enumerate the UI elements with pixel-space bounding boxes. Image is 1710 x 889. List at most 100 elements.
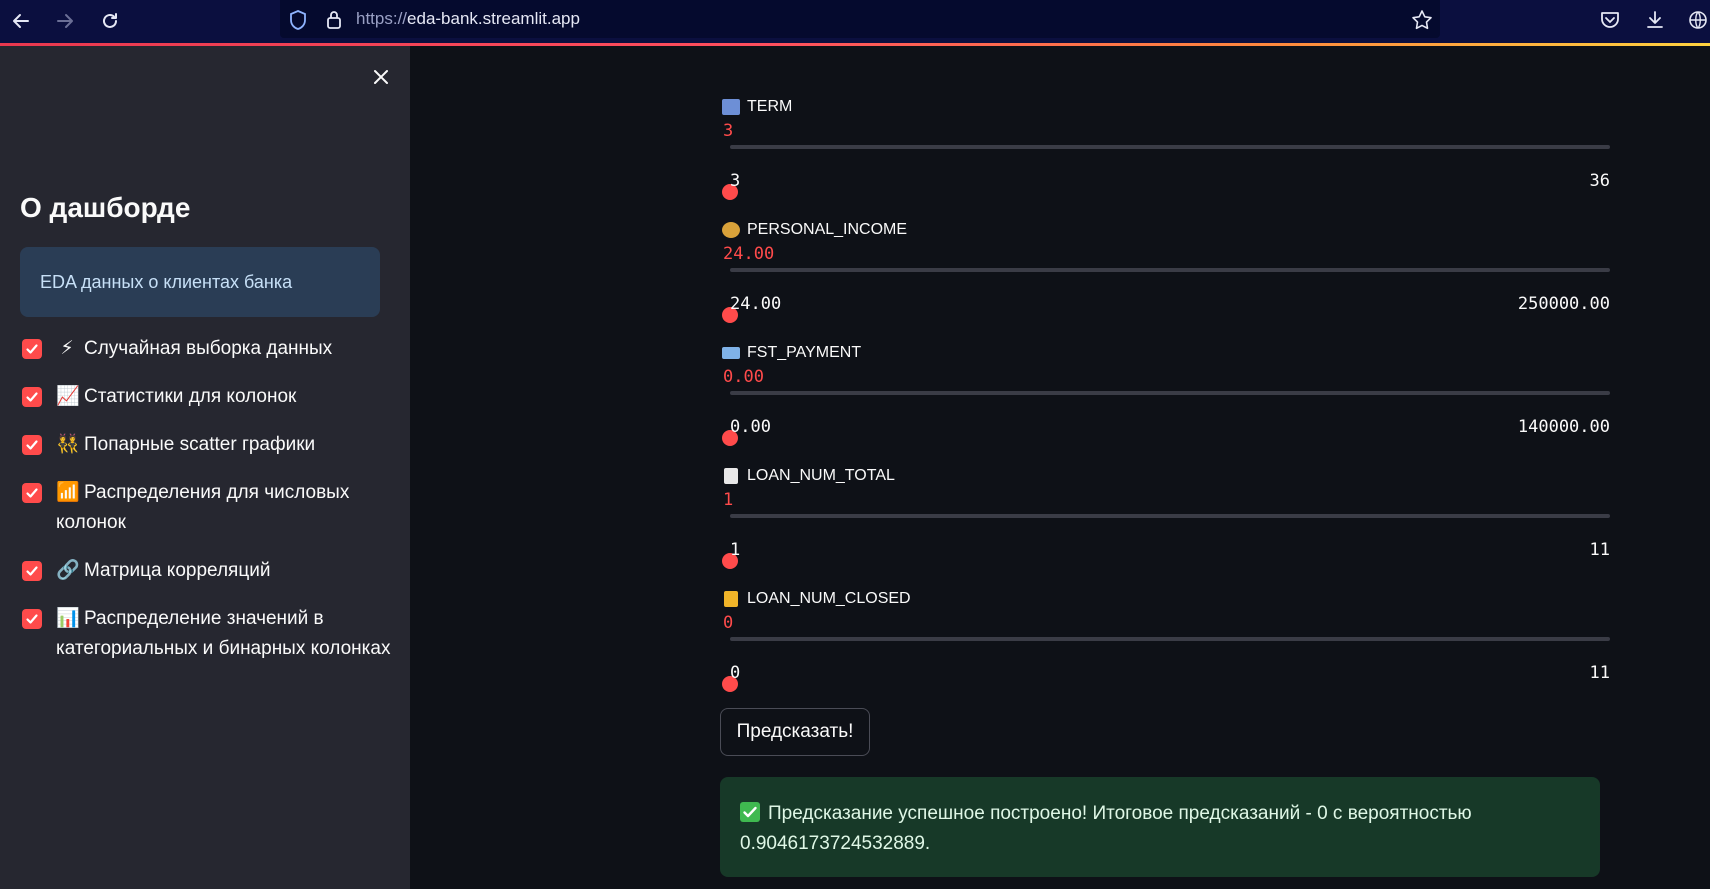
checkmark-icon [26,488,38,498]
checkbox-label: 📊 Распределение значений в категориальных… [56,604,392,664]
checkbox-checked[interactable] [22,561,42,581]
checkbox-checked[interactable] [22,339,42,359]
slider-label-text: LOAN_NUM_TOTAL [747,467,895,484]
slider-label-text: PERSONAL_INCOME [747,221,908,238]
checkmark-icon [26,614,38,624]
slider-label-text: TERM [747,98,793,115]
predict-button[interactable]: Предсказать! [720,708,870,756]
slider-current-value: 24.00 [723,244,775,264]
checkbox-checked[interactable] [22,483,42,503]
url-host: eda-bank.streamlit.app [407,9,580,28]
checkbox-list: ⚡ Случайная выборка данных 📈 Статистики дл… [22,336,392,684]
slider-max-label: 36 [1589,171,1610,191]
checkbox-checked[interactable] [22,609,42,629]
memo-icon [724,468,738,484]
checkbox-label: 📈 Статистики для колонок [56,382,296,412]
url-text[interactable]: https://eda-bank.streamlit.app [356,9,580,29]
checkmark-icon [26,344,38,354]
slider-max-label: 140000.00 [1517,417,1610,437]
slider-label: LOAN_NUM_TOTAL [722,467,895,485]
slider-max-label: 11 [1589,540,1610,560]
slider-label: TERM [722,98,792,116]
lock-icon [724,591,738,607]
back-button[interactable] [6,6,36,36]
globe-icon[interactable] [1685,7,1710,33]
slider-label: LOAN_NUM_CLOSED [722,590,911,608]
money-bag-icon [722,222,740,238]
checkbox-text: Попарные scatter графики [84,434,316,455]
forward-button[interactable] [50,6,80,36]
info-text: EDA данных о клиентах банка [40,271,293,292]
download-icon[interactable] [1642,7,1668,33]
checkbox-label: ⚡ Случайная выборка данных [56,334,332,364]
checkbox-label: 🔗 Матрица корреляций [56,556,270,586]
slider-label: FST_PAYMENT [722,344,861,362]
slider-label: PERSONAL_INCOME [722,221,907,239]
slider-current-value: 3 [723,121,734,141]
bookmark-star-icon[interactable] [1409,7,1435,33]
sidebar-title: О дашборде [20,192,191,223]
slider-label-text: FST_PAYMENT [747,344,862,361]
checkmark-icon [26,440,38,450]
slider-min-label: 0 [730,663,741,683]
checkbox-checked[interactable] [22,435,42,455]
slider-track[interactable] [722,391,1610,446]
url-scheme: https:// [356,9,408,28]
slider-current-value: 0 [723,613,734,633]
forward-arrow-icon [57,14,73,28]
checkbox-random-sample[interactable]: ⚡ Случайная выборка данных [22,336,392,364]
slider-min-label: 0.00 [730,417,771,437]
checkbox-categorical-distributions[interactable]: 📊 Распределение значений в категориальных… [22,606,392,664]
slider-current-value: 1 [723,490,734,510]
slider-track[interactable] [722,145,1610,200]
dancers-icon: 👯 [56,434,80,455]
checkmark-icon [26,392,38,402]
slider-term: TERM 3 3 36 [720,98,1610,218]
checkbox-label: 👯 Попарные scatter графики [56,430,315,460]
checkbox-numeric-distributions[interactable]: 📶 Распределения для числовых колонок [22,480,392,538]
bar-chart-icon: 📊 [56,608,80,629]
slider-min-label: 1 [730,540,741,560]
slider-track[interactable] [722,514,1610,569]
close-sidebar-button[interactable] [368,64,394,90]
slider-fst-payment: FST_PAYMENT 0.00 0.00 140000.00 [720,344,1610,464]
checkmark-icon [26,566,38,576]
close-icon [374,70,388,84]
shield-icon[interactable] [285,7,311,33]
checkbox-checked[interactable] [22,387,42,407]
slider-track[interactable] [722,637,1610,692]
browser-toolbar: https://eda-bank.streamlit.app [0,0,1710,43]
main-content: TERM 3 3 36 PERSONAL_INCOME 24.00 24.00 … [410,46,1710,889]
success-text: Предсказание успешное построено! Итогово… [740,803,1472,854]
reload-button[interactable] [95,6,125,36]
checkbox-text: Статистики для колонок [84,386,297,407]
reload-icon [103,13,117,28]
slider-min-label: 3 [730,171,741,191]
chart-increasing-icon: 📈 [56,386,80,407]
info-box: EDA данных о клиентах банка [20,247,380,317]
lock-icon[interactable] [321,7,347,33]
slider-personal-income: PERSONAL_INCOME 24.00 24.00 250000.00 [720,221,1610,341]
checkbox-label: 📶 Распределения для числовых колонок [56,478,392,538]
link-icon: 🔗 [56,560,80,581]
checkbox-text: Случайная выборка данных [84,338,333,359]
slider-loan-num-total: LOAN_NUM_TOTAL 1 1 11 [720,467,1610,587]
slider-track[interactable] [722,268,1610,323]
checkbox-text: Матрица корреляций [84,560,271,581]
checkbox-column-stats[interactable]: 📈 Статистики для колонок [22,384,392,412]
checkbox-correlation-matrix[interactable]: 🔗 Матрица корреляций [22,558,392,586]
slider-label-text: LOAN_NUM_CLOSED [747,590,911,607]
checkbox-text: Распределения для числовых колонок [56,482,350,533]
pocket-icon[interactable] [1597,7,1623,33]
slider-current-value: 0.00 [723,367,764,387]
slider-max-label: 250000.00 [1517,294,1610,314]
sidebar: О дашборде EDA данных о клиентах банка ⚡… [0,46,410,889]
slider-max-label: 11 [1589,663,1610,683]
success-alert: Предсказание успешное построено! Итогово… [720,777,1600,877]
checkbox-pairwise-scatter[interactable]: 👯 Попарные scatter графики [22,432,392,460]
check-mark-icon [740,802,760,822]
slider-loan-num-closed: LOAN_NUM_CLOSED 0 0 11 [720,590,1610,710]
credit-card-icon [722,347,740,359]
lightning-icon: ⚡ [60,338,74,359]
slider-min-label: 24.00 [730,294,782,314]
